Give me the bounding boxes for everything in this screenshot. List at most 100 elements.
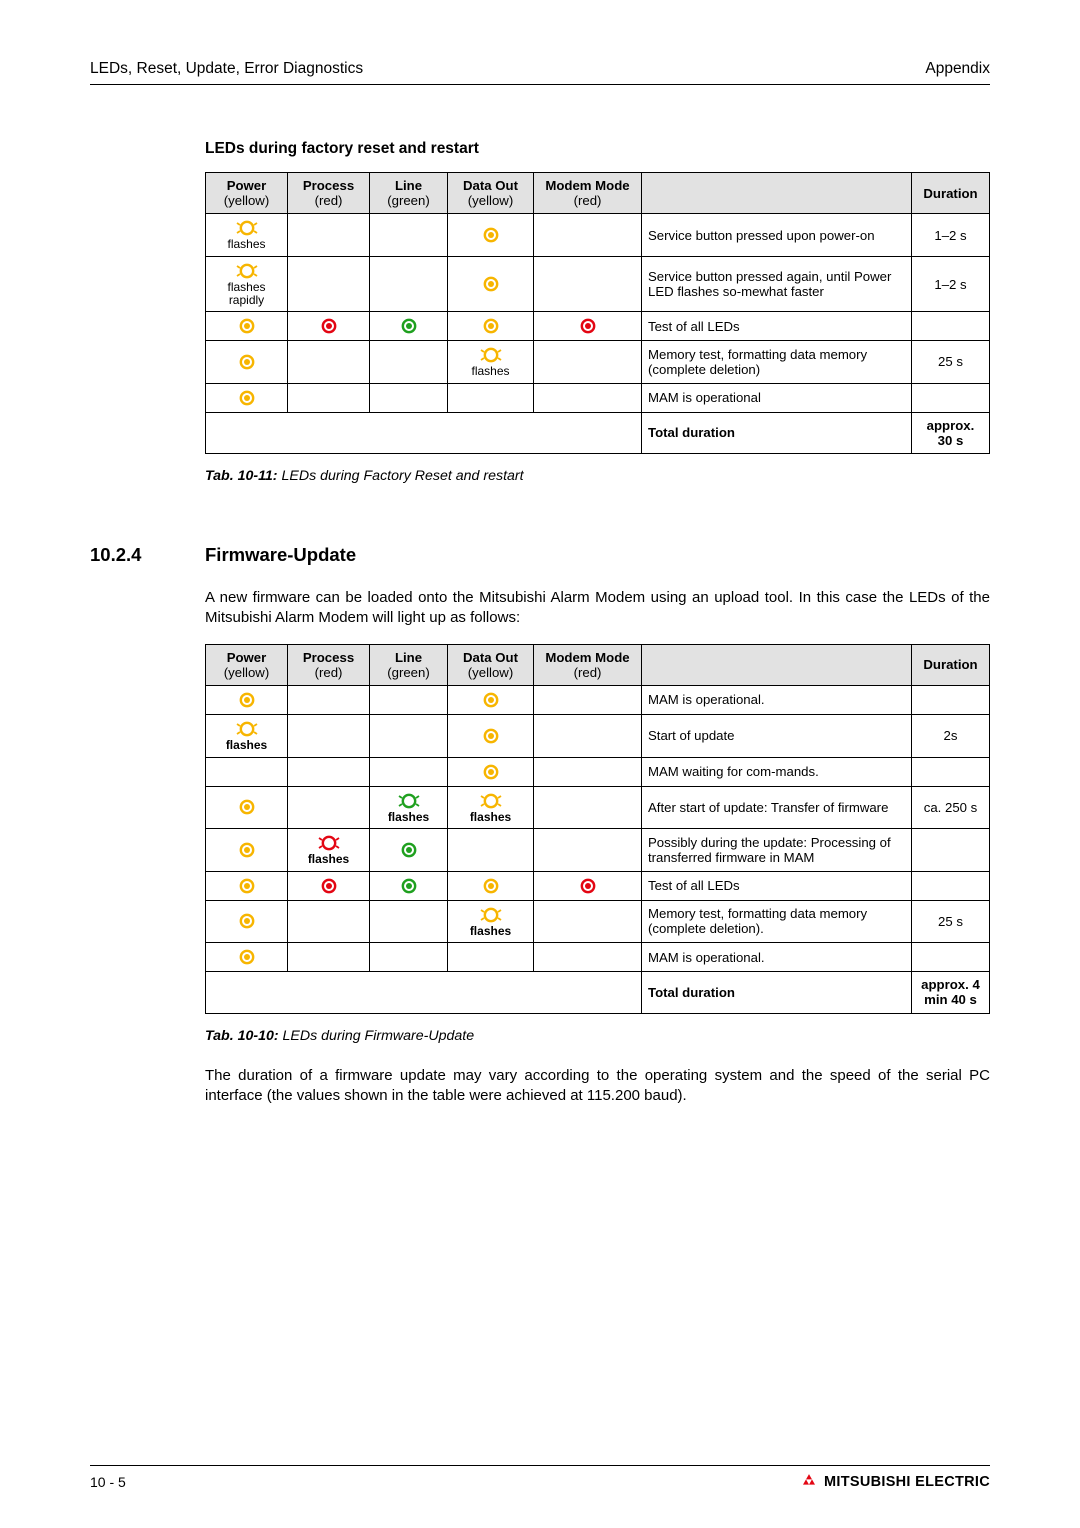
section1-title: LEDs during factory reset and restart	[205, 140, 990, 158]
desc-cell: MAM is operational	[642, 383, 912, 412]
page-header: LEDs, Reset, Update, Error Diagnostics A…	[90, 60, 990, 78]
table-row: Test of all LEDs	[206, 871, 990, 900]
led-cell	[288, 786, 370, 829]
page-footer: 10 - 5 MITSUBISHI ELECTRIC	[90, 1465, 990, 1490]
led-caption: flashes	[212, 238, 281, 251]
th-process: Process(red)	[288, 173, 370, 214]
total-label: Total duration	[642, 972, 912, 1013]
led-caption: flashes	[454, 365, 527, 378]
table-row: MAM waiting for com-mands.	[206, 757, 990, 786]
led-cell	[534, 829, 642, 872]
led-cell	[370, 943, 448, 972]
led-cell	[534, 786, 642, 829]
led-cell	[206, 341, 288, 384]
th-desc	[642, 173, 912, 214]
led-cell	[534, 757, 642, 786]
table-row: flashes Possibly during the update: Proc…	[206, 829, 990, 872]
duration-cell	[912, 312, 990, 341]
led-cell	[288, 685, 370, 714]
led-cell	[288, 943, 370, 972]
led-cell	[534, 871, 642, 900]
table-row: flashesMemory test, formatting data memo…	[206, 341, 990, 384]
total-duration: approx. 30 s	[912, 412, 990, 453]
led-cell	[534, 256, 642, 311]
led-cell	[288, 341, 370, 384]
led-cell	[206, 312, 288, 341]
led-cell	[206, 943, 288, 972]
table2-head: Power(yellow) Process(red) Line(green) D…	[206, 644, 990, 685]
header-rule	[90, 84, 990, 85]
led-cell	[288, 256, 370, 311]
led-cell	[370, 714, 448, 757]
led-cell	[534, 214, 642, 257]
table-row: flashes Memory test, formatting data memo…	[206, 900, 990, 943]
led-cell	[206, 757, 288, 786]
led-caption: flashes	[454, 811, 527, 824]
duration-cell: 1–2 s	[912, 214, 990, 257]
led-cell	[448, 757, 534, 786]
led-cell	[534, 900, 642, 943]
led-cell	[448, 312, 534, 341]
led-cell	[370, 383, 448, 412]
th-power: Power(yellow)	[206, 173, 288, 214]
duration-cell: ca. 250 s	[912, 786, 990, 829]
desc-cell: Service button pressed upon power-on	[642, 214, 912, 257]
led-cell	[370, 214, 448, 257]
duration-cell	[912, 685, 990, 714]
led-cell	[288, 871, 370, 900]
led-cell	[288, 214, 370, 257]
table1-caption: Tab. 10-11: LEDs during Factory Reset an…	[205, 468, 990, 484]
led-cell	[534, 714, 642, 757]
duration-cell: 2s	[912, 714, 990, 757]
led-cell	[448, 871, 534, 900]
th-data: Data Out(yellow)	[448, 644, 534, 685]
led-caption: flashes	[376, 811, 441, 824]
led-cell	[288, 900, 370, 943]
led-cell: flashes	[288, 829, 370, 872]
led-cell	[370, 757, 448, 786]
led-cell: flashes	[370, 786, 448, 829]
heading-number: 10.2.4	[90, 544, 205, 566]
table-factory-reset: Power(yellow) Process(red) Line(green) D…	[205, 172, 990, 454]
led-cell	[448, 714, 534, 757]
led-cell	[206, 871, 288, 900]
th-mode: Modem Mode(red)	[534, 173, 642, 214]
desc-cell: Possibly during the update: Processing o…	[642, 829, 912, 872]
para-duration-note: The duration of a firmware update may va…	[205, 1066, 990, 1107]
led-cell: flashes	[448, 900, 534, 943]
table-row: MAM is operational	[206, 383, 990, 412]
desc-cell: MAM is operational.	[642, 685, 912, 714]
led-cell	[288, 383, 370, 412]
th-mode: Modem Mode(red)	[534, 644, 642, 685]
th-data: Data Out(yellow)	[448, 173, 534, 214]
th-power: Power(yellow)	[206, 644, 288, 685]
led-cell	[206, 383, 288, 412]
table2-total-row: Total duration approx. 4 min 40 s	[206, 972, 990, 1013]
brand: MITSUBISHI ELECTRIC	[800, 1474, 990, 1490]
led-cell	[288, 714, 370, 757]
led-cell	[288, 312, 370, 341]
desc-cell: MAM is operational.	[642, 943, 912, 972]
table1-total-row: Total duration approx. 30 s	[206, 412, 990, 453]
footer-rule	[90, 1465, 990, 1466]
desc-cell: Memory test, formatting data memory (com…	[642, 900, 912, 943]
th-duration: Duration	[912, 173, 990, 214]
duration-cell: 25 s	[912, 900, 990, 943]
table-row: MAM is operational.	[206, 685, 990, 714]
led-cell	[448, 685, 534, 714]
table-row: Test of all LEDs	[206, 312, 990, 341]
led-caption: flashes rapidly	[212, 281, 281, 306]
led-cell	[370, 256, 448, 311]
table-row: MAM is operational.	[206, 943, 990, 972]
table-row: flashes Start of update2s	[206, 714, 990, 757]
led-cell: flashes rapidly	[206, 256, 288, 311]
header-left: LEDs, Reset, Update, Error Diagnostics	[90, 60, 363, 78]
led-cell	[370, 341, 448, 384]
desc-cell: MAM waiting for com-mands.	[642, 757, 912, 786]
led-cell: flashes	[206, 214, 288, 257]
desc-cell: After start of update: Transfer of firmw…	[642, 786, 912, 829]
desc-cell: Test of all LEDs	[642, 312, 912, 341]
led-cell	[534, 685, 642, 714]
duration-cell: 25 s	[912, 341, 990, 384]
led-cell	[448, 256, 534, 311]
